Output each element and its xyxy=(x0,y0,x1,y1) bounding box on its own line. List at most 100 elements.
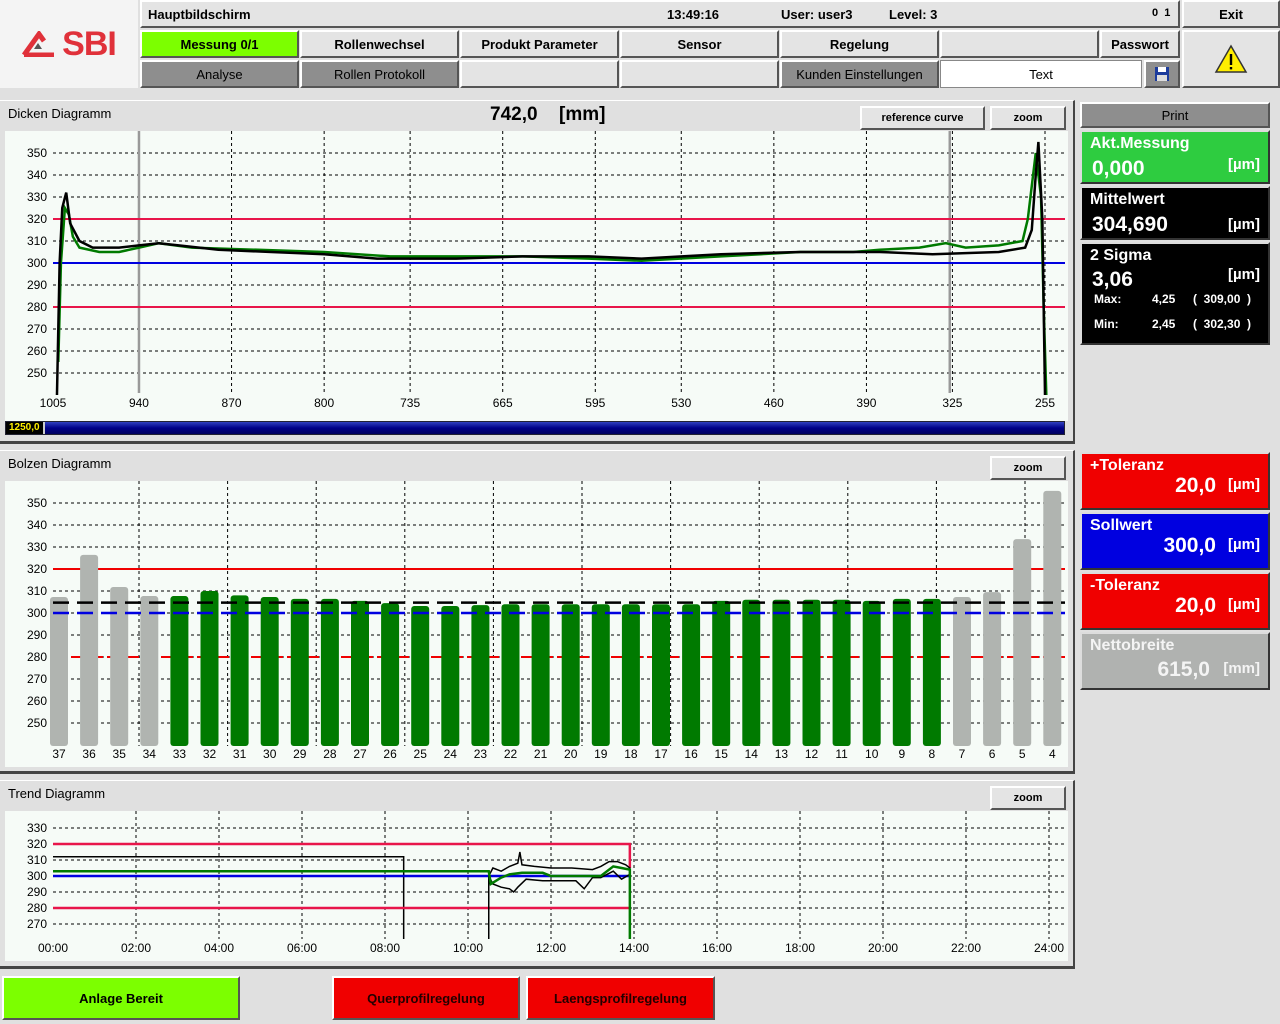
anlage-bereit-button[interactable]: Anlage Bereit xyxy=(2,976,240,1020)
plus-toleranz-button[interactable]: +Toleranz 20,0 [µm] xyxy=(1080,452,1270,510)
bolt-label: 24 xyxy=(444,747,458,761)
passwort-button[interactable]: Passwort xyxy=(1100,30,1180,58)
netto-unit: [mm] xyxy=(1223,660,1260,677)
tab-sensor[interactable]: Sensor xyxy=(620,30,779,58)
x-tick-label: 325 xyxy=(942,396,962,410)
bolt-bar xyxy=(591,604,610,746)
bolt-label: 14 xyxy=(745,747,759,761)
dicken-panel: Dicken Diagramm 742,0 [mm] reference cur… xyxy=(0,100,1075,444)
text-input[interactable]: Text xyxy=(940,60,1142,88)
minus-tol-value: 20,0 xyxy=(1175,594,1216,617)
warning-button[interactable] xyxy=(1182,30,1280,88)
y-tick-label: 310 xyxy=(27,234,47,248)
logo-text: SBI xyxy=(62,24,117,63)
y-tick-label: 270 xyxy=(27,672,47,686)
x-tick-label: 16:00 xyxy=(702,941,732,955)
x-tick-label: 665 xyxy=(493,396,513,410)
netto-value: 615,0 xyxy=(1157,658,1210,681)
trend-series-0 xyxy=(53,856,405,939)
y-tick-label: 280 xyxy=(27,901,47,915)
y-tick-label: 330 xyxy=(27,190,47,204)
bolt-bar xyxy=(230,595,249,746)
x-tick-label: 940 xyxy=(129,396,149,410)
save-button[interactable] xyxy=(1144,60,1180,88)
y-tick-label: 340 xyxy=(27,168,47,182)
bolt-label: 31 xyxy=(233,747,247,761)
y-tick-label: 270 xyxy=(27,322,47,336)
x-tick-label: 10:00 xyxy=(453,941,483,955)
bolt-bar xyxy=(260,596,279,746)
akt-messung-card: Akt.Messung 0,000 [µm] xyxy=(1080,130,1270,184)
bolt-label: 10 xyxy=(865,747,879,761)
bolt-label: 34 xyxy=(143,747,157,761)
y-tick-label: 300 xyxy=(27,256,47,270)
soll-unit: [µm] xyxy=(1228,536,1260,553)
y-tick-label: 250 xyxy=(27,366,47,380)
akt-value: 0,000 xyxy=(1092,157,1145,180)
bolt-label: 6 xyxy=(989,747,996,761)
x-tick-label: 08:00 xyxy=(370,941,400,955)
querprofilregelung-button[interactable]: Querprofilregelung xyxy=(332,976,520,1020)
x-tick-label: 870 xyxy=(222,396,242,410)
tab-rollenwechsel[interactable]: Rollenwechsel xyxy=(300,30,459,58)
bolt-bar xyxy=(621,604,640,746)
bolt-label: 35 xyxy=(113,747,127,761)
bolt-label: 4 xyxy=(1049,747,1056,761)
bolt-bar xyxy=(170,596,189,746)
y-tick-label: 330 xyxy=(27,540,47,554)
exit-button[interactable]: Exit xyxy=(1182,0,1280,28)
level-label: Level: 3 xyxy=(889,7,938,22)
max-value: 4,25 xyxy=(1152,292,1176,306)
tab-empty-3[interactable] xyxy=(620,60,779,88)
bolt-label: 22 xyxy=(504,747,518,761)
tab-kunden-einstellungen[interactable]: Kunden Einstellungen xyxy=(780,60,939,88)
tab-rollen-protokoll[interactable]: Rollen Protokoll xyxy=(300,60,459,88)
bolzen-zoom-button[interactable]: zoom xyxy=(990,456,1066,480)
tab-analyse[interactable]: Analyse xyxy=(140,60,299,88)
y-tick-label: 260 xyxy=(27,694,47,708)
trend-series-4 xyxy=(488,851,631,939)
bolt-label: 11 xyxy=(835,747,848,761)
tab-produkt-parameter[interactable]: Produkt Parameter xyxy=(460,30,619,58)
bolt-label: 19 xyxy=(594,747,608,761)
dicken-zoom-button[interactable]: zoom xyxy=(990,106,1066,130)
x-tick-label: 460 xyxy=(764,396,784,410)
tab-empty[interactable] xyxy=(940,30,1099,58)
logo-triangle-icon xyxy=(22,31,55,57)
position-progress-bar[interactable]: 1250,0 xyxy=(5,421,1065,435)
sigma-label: 2 Sigma xyxy=(1090,247,1152,264)
bolt-bar xyxy=(652,604,670,746)
sollwert-button[interactable]: Sollwert 300,0 [µm] xyxy=(1080,512,1270,570)
bolt-bar xyxy=(471,605,490,746)
y-tick-label: 280 xyxy=(27,300,47,314)
tab-messung[interactable]: Messung 0/1 xyxy=(140,30,299,58)
position-value: 742,0 xyxy=(490,104,538,125)
tab-empty-2[interactable] xyxy=(460,60,619,88)
x-tick-label: 18:00 xyxy=(785,941,815,955)
bolt-bar xyxy=(772,599,791,746)
mittel-value: 304,690 xyxy=(1092,213,1168,236)
header-bar: Hauptbildschirm 13:49:16 User: user3 Lev… xyxy=(140,0,1180,28)
bolt-bar xyxy=(290,598,309,746)
trend-zoom-button[interactable]: zoom xyxy=(990,786,1066,810)
print-button[interactable]: Print xyxy=(1080,102,1270,128)
x-tick-label: 14:00 xyxy=(619,941,649,955)
bolt-bar xyxy=(922,598,941,746)
mittelwert-card: Mittelwert 304,690 [µm] xyxy=(1080,186,1270,240)
reference-curve-button[interactable]: reference curve xyxy=(860,106,985,130)
nettobreite-button[interactable]: Nettobreite 615,0 [mm] xyxy=(1080,632,1270,690)
min-label: Min: xyxy=(1094,317,1119,331)
bolt-label: 17 xyxy=(654,747,668,761)
bolt-bar xyxy=(320,598,339,746)
y-tick-label: 320 xyxy=(27,562,47,576)
minus-toleranz-button[interactable]: -Toleranz 20,0 [µm] xyxy=(1080,572,1270,630)
status-indicator: 0 1 xyxy=(1152,7,1171,19)
tab-regelung[interactable]: Regelung xyxy=(780,30,939,58)
y-tick-label: 270 xyxy=(27,917,47,931)
y-tick-label: 350 xyxy=(27,496,47,510)
laengsprofilregelung-button[interactable]: Laengsprofilregelung xyxy=(526,976,715,1020)
y-tick-label: 280 xyxy=(27,650,47,664)
x-tick-label: 06:00 xyxy=(287,941,317,955)
bolt-label: 21 xyxy=(534,747,548,761)
soll-label: Sollwert xyxy=(1090,517,1153,534)
